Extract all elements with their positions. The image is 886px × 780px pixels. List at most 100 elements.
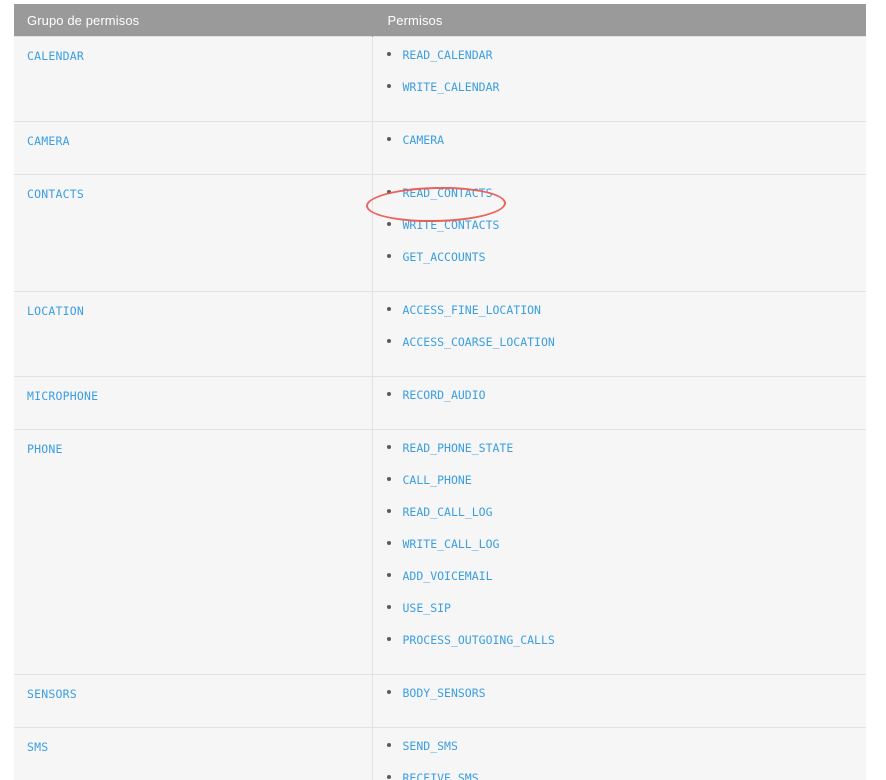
permission-list: RECORD_AUDIO xyxy=(373,387,867,419)
permission-group-link[interactable]: MICROPHONE xyxy=(27,389,98,404)
bullet-icon xyxy=(386,509,391,513)
bullet-icon xyxy=(386,339,391,343)
permission-list: READ_CONTACTS WRITE_CONTACTS GET_ACCOUNTS xyxy=(373,185,867,281)
list-item: ACCESS_COARSE_LOCATION xyxy=(373,334,867,366)
permission-link[interactable]: USE_SIP xyxy=(403,601,451,616)
bullet-icon xyxy=(386,137,391,141)
list-item: RECEIVE_SMS xyxy=(373,770,867,780)
cell-permissions: ACCESS_FINE_LOCATION ACCESS_COARSE_LOCATI… xyxy=(372,291,867,377)
permission-list: CAMERA xyxy=(373,132,867,164)
permission-list: READ_PHONE_STATE CALL_PHONE READ_CALL_LOG W… xyxy=(373,440,867,664)
cell-permissions: CAMERA xyxy=(372,121,867,175)
list-item: BODY_SENSORS xyxy=(373,685,867,717)
bullet-icon xyxy=(386,190,391,194)
table-row: SMSSEND_SMSRECEIVE_SMSREAD_SMSRECEIVE_WA… xyxy=(14,727,867,780)
table-row: SENSORS BODY_SENSORS xyxy=(14,674,867,728)
list-item: USE_SIP xyxy=(373,600,867,632)
permission-link[interactable]: READ_CALL_LOG xyxy=(403,505,493,520)
cell-permissions: RECORD_AUDIO xyxy=(372,376,867,430)
bullet-icon xyxy=(386,392,391,396)
cell-permission-group: CAMERA xyxy=(14,121,373,175)
permission-link[interactable]: ACCESS_COARSE_LOCATION xyxy=(403,335,555,350)
list-item: ADD_VOICEMAIL xyxy=(373,568,867,600)
permission-group-link[interactable]: CALENDAR xyxy=(27,49,84,64)
permission-group-link[interactable]: LOCATION xyxy=(27,304,84,319)
permission-group-link[interactable]: PHONE xyxy=(27,442,63,457)
permission-link[interactable]: CAMERA xyxy=(403,133,445,148)
cell-permission-group: SENSORS xyxy=(14,674,373,728)
bullet-icon xyxy=(386,84,391,88)
permission-link[interactable]: BODY_SENSORS xyxy=(403,686,486,701)
cell-permission-group: MICROPHONE xyxy=(14,376,373,430)
bullet-icon xyxy=(386,690,391,694)
cell-permission-group: PHONE xyxy=(14,429,373,675)
table-body: CALENDAR READ_CALENDAR WRITE_CALENDAR CAMER… xyxy=(14,36,867,780)
table-row: MICROPHONE RECORD_AUDIO xyxy=(14,376,867,430)
permission-list: ACCESS_FINE_LOCATION ACCESS_COARSE_LOCATI… xyxy=(373,302,867,366)
cell-permission-group: CONTACTS xyxy=(14,174,373,292)
permission-link[interactable]: READ_CALENDAR xyxy=(403,48,493,63)
list-item: WRITE_CALENDAR xyxy=(373,79,867,111)
permission-list: SEND_SMSRECEIVE_SMSREAD_SMSRECEIVE_WAP_P… xyxy=(373,738,867,780)
bullet-icon xyxy=(386,445,391,449)
bullet-icon xyxy=(386,254,391,258)
permission-link[interactable]: RECORD_AUDIO xyxy=(403,388,486,403)
cell-permissions: READ_CONTACTS WRITE_CONTACTS GET_ACCOUNTS xyxy=(372,174,867,292)
bullet-icon xyxy=(386,541,391,545)
list-item: WRITE_CONTACTS xyxy=(373,217,867,249)
list-item: WRITE_CALL_LOG xyxy=(373,536,867,568)
permission-link[interactable]: SEND_SMS xyxy=(403,739,458,754)
list-item: CALL_PHONE xyxy=(373,472,867,504)
table-row: LOCATION ACCESS_FINE_LOCATION ACCESS_COARS… xyxy=(14,291,867,377)
permission-link[interactable]: ADD_VOICEMAIL xyxy=(403,569,493,584)
page-root: Grupo de permisos Permisos CALENDAR READ_… xyxy=(0,0,886,780)
bullet-icon xyxy=(386,743,391,747)
table-header: Grupo de permisos Permisos xyxy=(14,4,866,37)
permission-link[interactable]: WRITE_CONTACTS xyxy=(403,218,500,233)
list-item: SEND_SMS xyxy=(373,738,867,770)
permission-link[interactable]: WRITE_CALL_LOG xyxy=(403,537,500,552)
list-item: GET_ACCOUNTS xyxy=(373,249,867,281)
permission-link[interactable]: READ_PHONE_STATE xyxy=(403,441,514,456)
permission-group-link[interactable]: CONTACTS xyxy=(27,187,84,202)
permission-link[interactable]: CALL_PHONE xyxy=(403,473,472,488)
list-item: PROCESS_OUTGOING_CALLS xyxy=(373,632,867,664)
permission-group-link[interactable]: CAMERA xyxy=(27,134,70,149)
permission-link[interactable]: RECEIVE_SMS xyxy=(403,771,479,780)
table-row: CONTACTS READ_CONTACTS WRITE_CONTACTS GET_A… xyxy=(14,174,867,292)
table-row: PHONE READ_PHONE_STATE CALL_PHONE READ_CALL… xyxy=(14,429,867,675)
column-header-permissions: Permisos xyxy=(371,4,866,37)
cell-permission-group: LOCATION xyxy=(14,291,373,377)
permission-link[interactable]: PROCESS_OUTGOING_CALLS xyxy=(403,633,555,648)
bullet-icon xyxy=(386,573,391,577)
table-row: CALENDAR READ_CALENDAR WRITE_CALENDAR xyxy=(14,36,867,122)
list-item: CAMERA xyxy=(373,132,867,164)
bullet-icon xyxy=(386,307,391,311)
permission-link[interactable]: READ_CONTACTS xyxy=(403,186,493,201)
cell-permissions: BODY_SENSORS xyxy=(372,674,867,728)
cell-permission-group: CALENDAR xyxy=(14,36,373,122)
permission-groups-table: Grupo de permisos Permisos CALENDAR READ_… xyxy=(14,4,866,780)
list-item: READ_CALENDAR xyxy=(373,47,867,79)
permission-list: READ_CALENDAR WRITE_CALENDAR xyxy=(373,47,867,111)
list-item: READ_CONTACTS xyxy=(373,185,867,217)
table-row: CAMERA CAMERA xyxy=(14,121,867,175)
column-header-permission-group: Grupo de permisos xyxy=(14,4,372,37)
bullet-icon xyxy=(386,637,391,641)
bullet-icon xyxy=(386,477,391,481)
table-header-row: Grupo de permisos Permisos xyxy=(14,4,866,37)
bullet-icon xyxy=(386,222,391,226)
bullet-icon xyxy=(386,605,391,609)
permission-link[interactable]: GET_ACCOUNTS xyxy=(403,250,486,265)
permission-group-link[interactable]: SMS xyxy=(27,740,48,755)
cell-permissions: READ_CALENDAR WRITE_CALENDAR xyxy=(372,36,867,122)
cell-permission-group: SMS xyxy=(14,727,373,780)
cell-permissions: READ_PHONE_STATE CALL_PHONE READ_CALL_LOG W… xyxy=(372,429,867,675)
cell-permissions: SEND_SMSRECEIVE_SMSREAD_SMSRECEIVE_WAP_P… xyxy=(372,727,867,780)
permission-link[interactable]: ACCESS_FINE_LOCATION xyxy=(403,303,541,318)
bullet-icon xyxy=(386,52,391,56)
permission-group-link[interactable]: SENSORS xyxy=(27,687,77,702)
permission-link[interactable]: WRITE_CALENDAR xyxy=(403,80,500,95)
list-item: READ_CALL_LOG xyxy=(373,504,867,536)
list-item: RECORD_AUDIO xyxy=(373,387,867,419)
